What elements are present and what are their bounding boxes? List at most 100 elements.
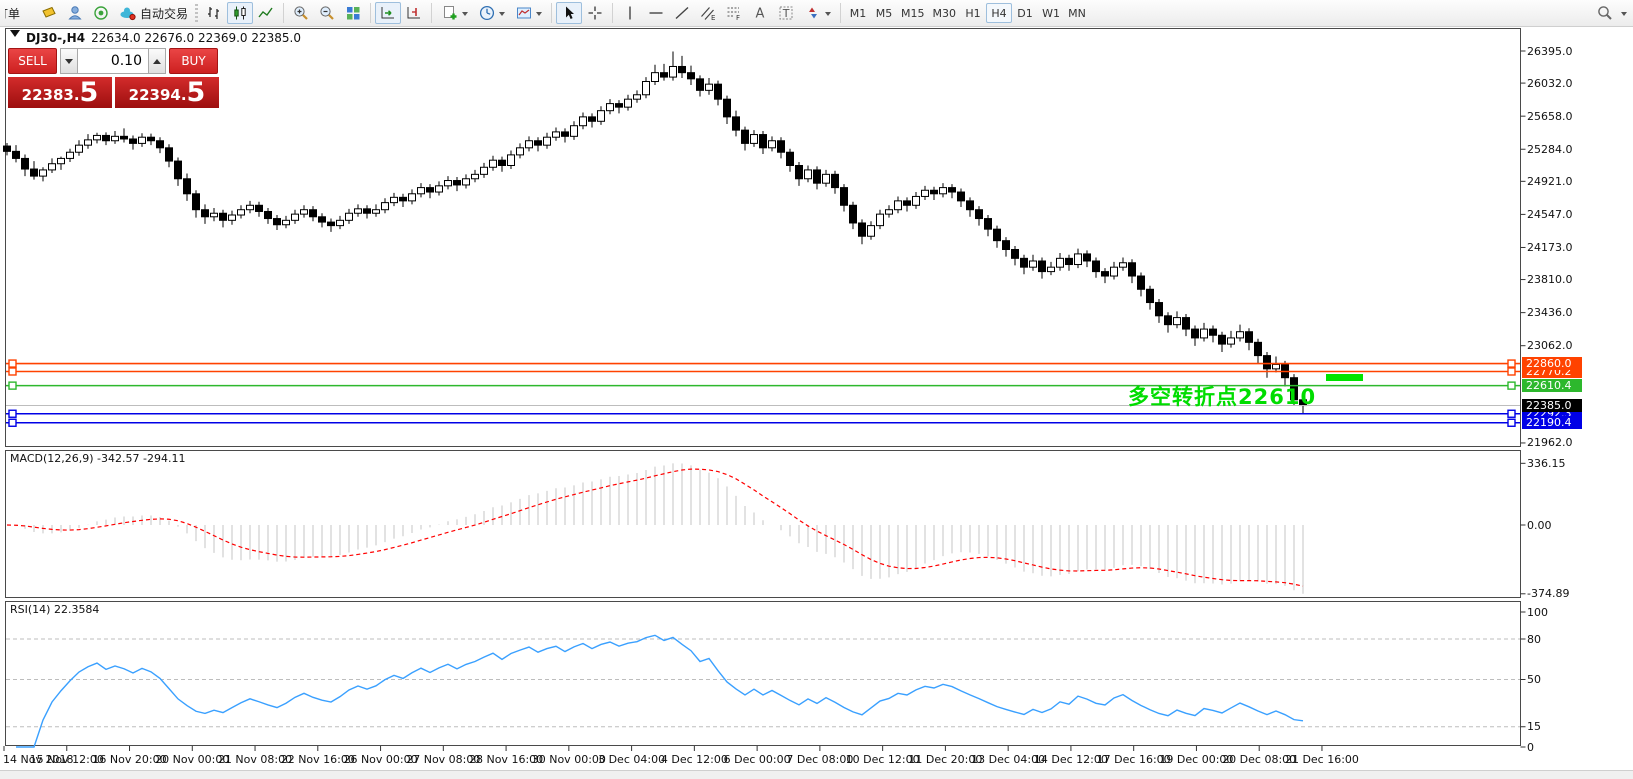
crosshair-button[interactable] <box>582 2 608 24</box>
toolbar-separator <box>612 3 613 23</box>
line-chart-button[interactable] <box>253 2 279 24</box>
templates-button[interactable] <box>510 2 547 24</box>
buy-price-box[interactable]: 22394.5 <box>115 77 219 108</box>
price-axis-tick: 25658.0 <box>1527 110 1573 123</box>
templates-dropdown-icon <box>536 12 542 19</box>
line-handle[interactable] <box>1508 368 1515 375</box>
timeframe-h4[interactable]: H4 <box>986 3 1012 23</box>
svg-text:F: F <box>736 14 740 22</box>
fibonacci-button[interactable]: F <box>721 2 747 24</box>
bar-chart-icon <box>205 4 223 22</box>
toolbar-overflow-icon[interactable] <box>1621 12 1627 19</box>
volume-decrease-button[interactable] <box>60 48 78 74</box>
horizontal-line-icon <box>647 4 665 22</box>
cursor-button[interactable] <box>556 2 582 24</box>
equidistant-channel-button[interactable]: E <box>695 2 721 24</box>
tile-windows-icon <box>344 4 362 22</box>
periods-clock-icon <box>478 4 496 22</box>
indicators-button[interactable] <box>436 2 473 24</box>
trendline-icon <box>673 4 691 22</box>
orders-button[interactable]: 订单 <box>0 2 36 24</box>
price-axis-tick: 24173.0 <box>1527 241 1573 254</box>
timeframe-mn[interactable]: MN <box>1064 3 1090 23</box>
new-order-button[interactable] <box>36 2 62 24</box>
autotrade-button[interactable]: 自动交易 <box>114 2 193 24</box>
price-axis-tick: 23436.0 <box>1527 306 1573 319</box>
profile-icon <box>66 4 84 22</box>
arrows-tool-button[interactable] <box>799 2 836 24</box>
svg-text:T: T <box>782 7 790 20</box>
candlestick-icon <box>231 4 249 22</box>
date-axis-label[interactable]: 21 Dec 16:00 <box>1284 753 1360 766</box>
auto-scroll-button[interactable] <box>375 2 401 24</box>
line-handle[interactable] <box>9 382 16 389</box>
price-line-label: 22860.0 <box>1522 357 1582 370</box>
highlight-bar[interactable] <box>1326 374 1363 381</box>
status-strip <box>0 770 1633 779</box>
collapse-triangle-icon[interactable] <box>10 30 20 42</box>
timeframe-m5[interactable]: M5 <box>871 3 897 23</box>
line-handle[interactable] <box>9 368 16 375</box>
volume-increase-button[interactable] <box>148 48 166 74</box>
label-tool-button[interactable]: T <box>773 2 799 24</box>
cursor-icon <box>560 4 578 22</box>
chart-shift-button[interactable] <box>401 2 427 24</box>
rsi-axis-tick: 50 <box>1527 673 1541 686</box>
line-handle[interactable] <box>9 419 16 426</box>
price-chart-svg[interactable] <box>0 27 1633 779</box>
zoom-out-button[interactable] <box>314 2 340 24</box>
periods-button[interactable] <box>473 2 510 24</box>
search-button[interactable] <box>1592 2 1618 24</box>
search-icon <box>1596 4 1614 22</box>
horizontal-line-button[interactable] <box>643 2 669 24</box>
buy-price-frac: 5 <box>187 79 206 106</box>
trendline-button[interactable] <box>669 2 695 24</box>
price-axis-tick: 25284.0 <box>1527 143 1573 156</box>
profile-button[interactable] <box>62 2 88 24</box>
autotrade-label: 自动交易 <box>140 5 188 22</box>
price-axis-tick: 24921.0 <box>1527 175 1573 188</box>
line-handle[interactable] <box>9 360 16 367</box>
new-order-icon <box>40 4 58 22</box>
timeframe-w1[interactable]: W1 <box>1038 3 1064 23</box>
zoom-in-button[interactable] <box>288 2 314 24</box>
line-handle[interactable] <box>1508 410 1515 417</box>
channel-icon: E <box>699 4 717 22</box>
vertical-line-button[interactable] <box>617 2 643 24</box>
signals-button[interactable] <box>88 2 114 24</box>
timeframe-m1[interactable]: M1 <box>845 3 871 23</box>
price-line-label: 22190.4 <box>1522 416 1582 429</box>
toolbar-separator <box>431 3 432 23</box>
fibonacci-icon: F <box>725 4 743 22</box>
sell-price-box[interactable]: 22383.5 <box>8 77 112 108</box>
timeframe-m30[interactable]: M30 <box>929 3 961 23</box>
candlestick-button[interactable] <box>227 2 253 24</box>
volume-input[interactable] <box>78 48 148 74</box>
timeframe-h1[interactable]: H1 <box>960 3 986 23</box>
timeframe-m15[interactable]: M15 <box>897 3 929 23</box>
buy-button[interactable]: BUY <box>169 48 218 74</box>
toolbar-separator <box>551 3 552 23</box>
toolbar-separator <box>840 3 841 23</box>
macd-axis-tick: -374.89 <box>1527 587 1569 600</box>
text-tool-button[interactable]: A <box>747 2 773 24</box>
timeframe-d1[interactable]: D1 <box>1012 3 1038 23</box>
text-tool-icon: A <box>751 4 769 22</box>
chart-title: DJ30-,H4 22634.0 22676.0 22369.0 22385.0 <box>10 31 301 45</box>
price-axis-tick: 23062.0 <box>1527 339 1573 352</box>
tile-windows-button[interactable] <box>340 2 366 24</box>
price-line-label: 22610.4 <box>1522 379 1582 392</box>
sell-button[interactable]: SELL <box>8 48 57 74</box>
line-handle[interactable] <box>1508 382 1515 389</box>
periods-dropdown-icon <box>499 12 505 19</box>
line-handle[interactable] <box>1508 419 1515 426</box>
chart-workspace: DJ30-,H4 22634.0 22676.0 22369.0 22385.0… <box>0 27 1633 779</box>
symbol-period-label: DJ30-,H4 <box>26 31 85 45</box>
price-axis-tick: 26032.0 <box>1527 77 1573 90</box>
line-handle[interactable] <box>1508 360 1515 367</box>
line-handle[interactable] <box>9 410 16 417</box>
rsi-axis-tick: 100 <box>1527 606 1548 619</box>
autotrade-icon <box>119 4 137 22</box>
bar-chart-button[interactable] <box>201 2 227 24</box>
pivot-annotation[interactable]: 多空转折点22610 <box>1128 381 1316 411</box>
